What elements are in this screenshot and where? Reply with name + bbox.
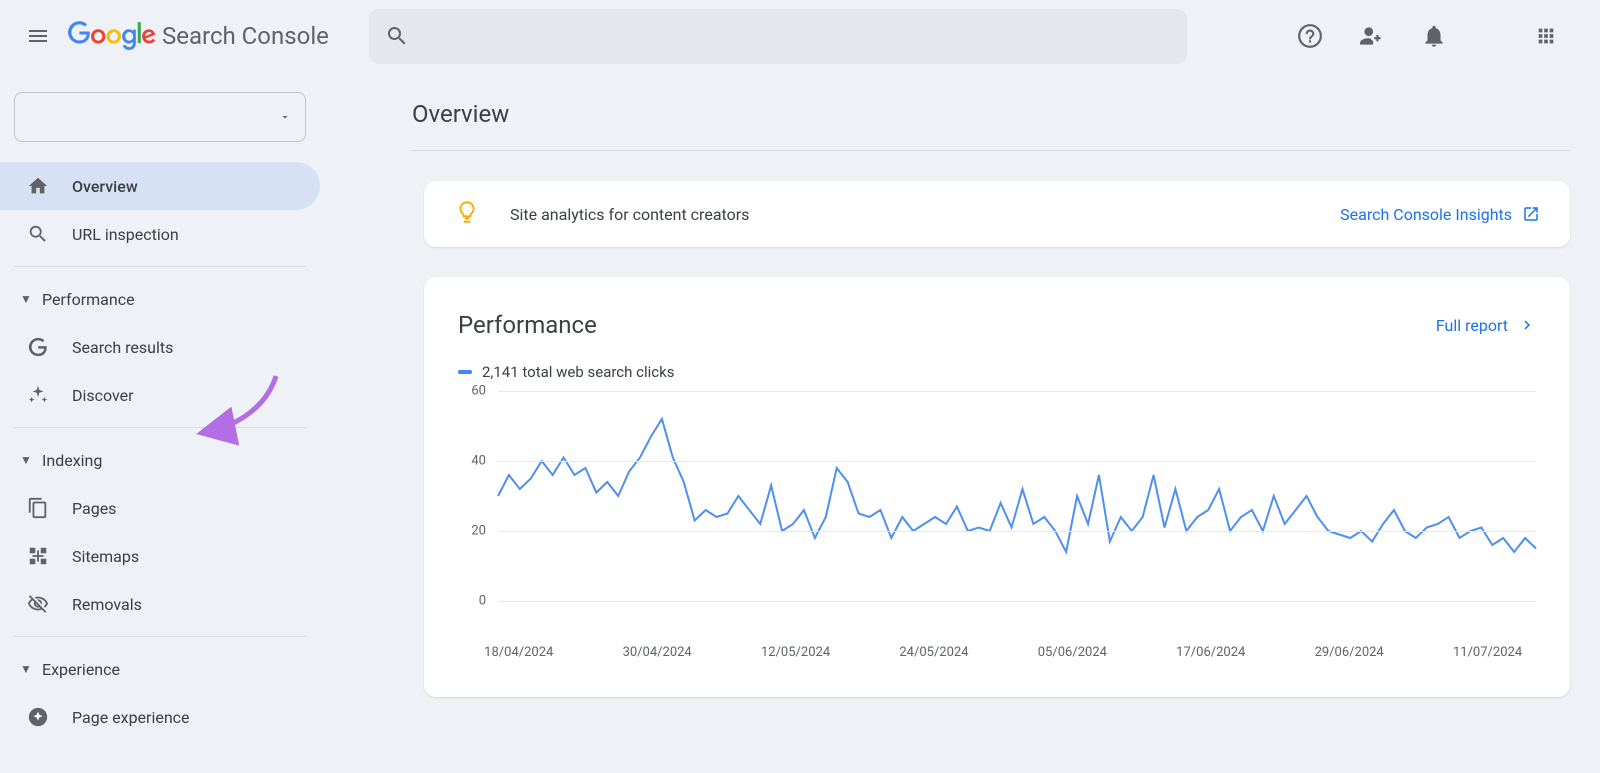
sidebar-item-label: Search results (72, 338, 173, 357)
x-tick-label: 17/06/2024 (1176, 645, 1245, 660)
apps-icon[interactable] (1532, 22, 1560, 50)
sidebar-item-label: Page experience (72, 708, 190, 727)
x-tick-label: 05/06/2024 (1038, 645, 1107, 660)
chevron-down-icon: ▼ (18, 662, 34, 676)
y-tick-label: 0 (458, 594, 486, 609)
x-tick-label: 12/05/2024 (761, 645, 830, 660)
search-icon (385, 24, 409, 48)
lightbulb-icon (454, 199, 480, 229)
property-selector[interactable] (14, 92, 306, 142)
performance-title: Performance (458, 311, 597, 339)
sidebar-section-label: Experience (42, 660, 120, 679)
sidebar-item-label: Overview (72, 177, 138, 196)
legend-text: 2,141 total web search clicks (482, 363, 675, 381)
help-icon[interactable] (1296, 22, 1324, 50)
sidebar-section-performance[interactable]: ▼ Performance (0, 275, 320, 323)
insights-card: Site analytics for content creators Sear… (424, 181, 1570, 247)
sidebar-item-label: URL inspection (72, 225, 179, 244)
chart-legend: 2,141 total web search clicks (458, 363, 1536, 381)
people-icon[interactable] (1358, 22, 1386, 50)
google-icon (26, 335, 50, 359)
discover-icon (26, 383, 50, 407)
sidebar-item-label: Sitemaps (72, 547, 139, 566)
chevron-right-icon (1518, 316, 1536, 334)
sidebar-item-sitemaps[interactable]: Sitemaps (0, 532, 320, 580)
x-tick-label: 24/05/2024 (899, 645, 968, 660)
sidebar-item-search-results[interactable]: Search results (0, 323, 320, 371)
menu-icon[interactable] (18, 16, 58, 56)
pages-icon (26, 496, 50, 520)
x-tick-label: 29/06/2024 (1315, 645, 1384, 660)
legend-swatch (458, 370, 472, 374)
x-tick-label: 30/04/2024 (623, 645, 692, 660)
sidebar-item-removals[interactable]: Removals (0, 580, 320, 628)
x-tick-label: 18/04/2024 (484, 645, 553, 660)
page-title: Overview (410, 72, 1570, 150)
google-logo-icon (68, 21, 156, 51)
full-report-link[interactable]: Full report (1436, 316, 1536, 335)
x-tick-label: 11/07/2024 (1453, 645, 1522, 660)
chevron-down-icon (279, 111, 291, 123)
main-content: Overview Site analytics for content crea… (320, 72, 1600, 773)
notifications-icon[interactable] (1420, 22, 1448, 50)
sidebar-section-label: Indexing (42, 451, 102, 470)
app-logo: Search Console (68, 21, 329, 51)
sidebar-item-overview[interactable]: Overview (0, 162, 320, 210)
sidebar-section-label: Performance (42, 290, 135, 309)
sidebar-item-discover[interactable]: Discover (0, 371, 320, 419)
open-in-new-icon (1522, 205, 1540, 223)
sidebar-section-indexing[interactable]: ▼ Indexing (0, 436, 320, 484)
app-name: Search Console (162, 22, 329, 50)
performance-card: Performance Full report 2,141 total web … (424, 277, 1570, 697)
sidebar-item-page-experience[interactable]: Page experience (0, 693, 320, 741)
sidebar: Overview URL inspection ▼ Performance Se… (0, 72, 320, 773)
sidebar-item-pages[interactable]: Pages (0, 484, 320, 532)
search-input[interactable] (369, 9, 1187, 64)
sidebar-item-label: Removals (72, 595, 142, 614)
sitemaps-icon (26, 544, 50, 568)
sidebar-section-experience[interactable]: ▼ Experience (0, 645, 320, 693)
chart-x-axis: 18/04/202430/04/202412/05/202424/05/2024… (498, 645, 1536, 669)
y-tick-label: 40 (458, 454, 486, 469)
sidebar-item-label: Discover (72, 386, 134, 405)
app-header: Search Console (0, 0, 1600, 72)
y-tick-label: 60 (458, 384, 486, 399)
search-icon (26, 222, 50, 246)
chevron-down-icon: ▼ (18, 292, 34, 306)
sidebar-item-url-inspection[interactable]: URL inspection (0, 210, 320, 258)
insights-link[interactable]: Search Console Insights (1340, 205, 1540, 224)
insights-text: Site analytics for content creators (510, 205, 749, 224)
y-tick-label: 20 (458, 524, 486, 539)
page-experience-icon (26, 705, 50, 729)
sidebar-item-label: Pages (72, 499, 116, 518)
home-icon (26, 174, 50, 198)
chevron-down-icon: ▼ (18, 453, 34, 467)
hide-icon (26, 592, 50, 616)
performance-chart: 0204060 (488, 391, 1536, 641)
